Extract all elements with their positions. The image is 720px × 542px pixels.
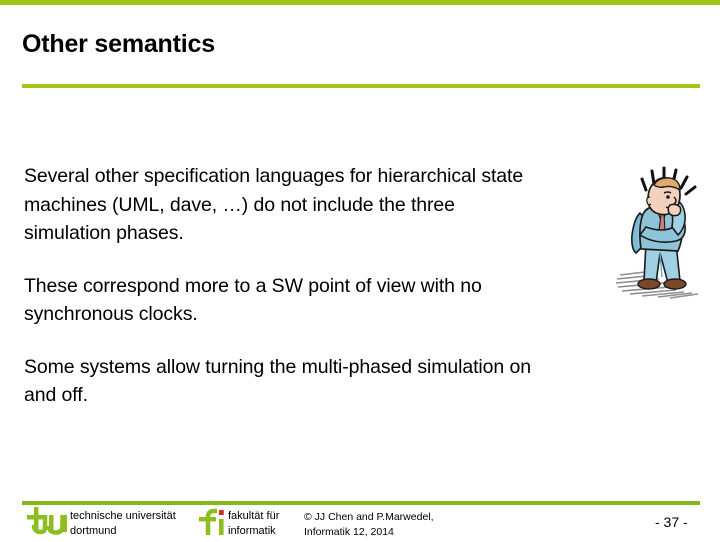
title-divider <box>22 84 700 88</box>
body-paragraph-2: These correspond more to a SW point of v… <box>24 274 482 326</box>
tu-dortmund-logo-icon <box>27 507 69 537</box>
body-paragraph-3: Some systems allow turning the multi-pha… <box>24 355 531 407</box>
page-title: Other semantics <box>22 30 215 58</box>
university-name-line2: dortmund <box>70 524 117 537</box>
body-paragraph-1: Several other specification languages fo… <box>24 165 524 244</box>
copyright-notice: © JJ Chen and P.Marwedel, Informatik 12,… <box>304 510 434 539</box>
thinking-man-cartoon-icon <box>612 157 718 299</box>
university-name: technische universität dortmund <box>70 509 176 538</box>
university-name-line1: technische universität <box>70 510 176 522</box>
hand <box>667 203 682 217</box>
top-accent-bar <box>0 0 720 5</box>
slide-body: Several other specification languages fo… <box>24 162 544 410</box>
copyright-line1: © JJ Chen and P.Marwedel, <box>304 511 434 523</box>
footer-divider <box>22 501 700 505</box>
faculty-name-line2: informatik <box>228 524 276 537</box>
faculty-name: fakultät für informatik <box>228 509 279 538</box>
page-number: - 37 - <box>655 514 688 530</box>
shoe-right <box>663 278 687 290</box>
copyright-line2: Informatik 12, 2014 <box>304 525 394 538</box>
faculty-name-line1: fakultät für <box>228 510 280 522</box>
fakultaet-informatik-logo-icon <box>196 508 230 537</box>
eye <box>666 195 670 199</box>
shoe-left <box>637 278 661 290</box>
